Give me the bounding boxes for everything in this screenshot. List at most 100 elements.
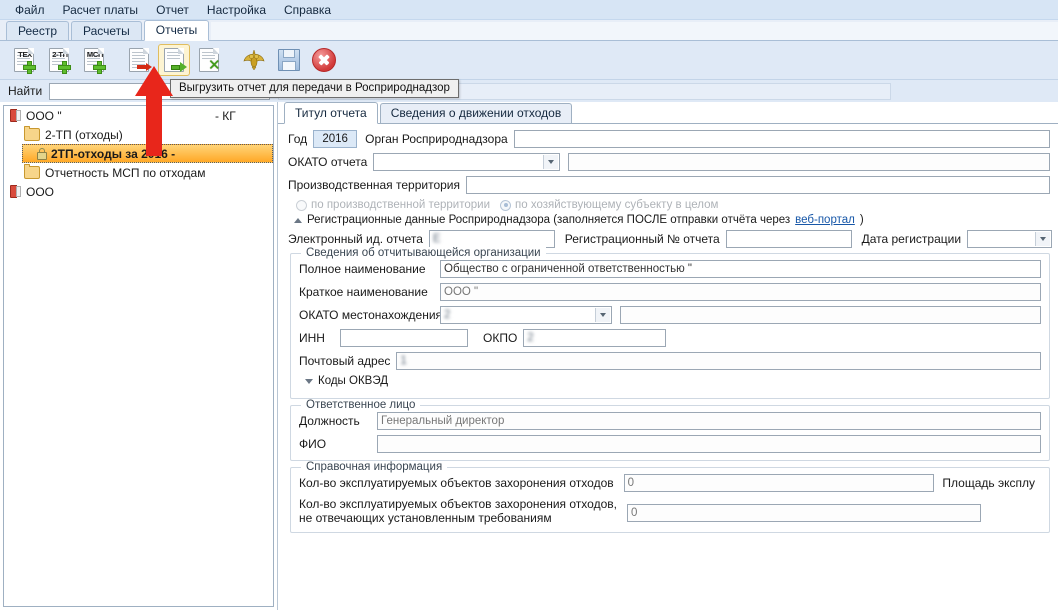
new-msp-report-button[interactable]: МСП: [78, 44, 110, 76]
responsible-person-group: Ответственное лицо Должность Генеральный…: [290, 399, 1050, 461]
radio-by-entity-label: по хозяйствующему субъекту в целом: [515, 199, 719, 211]
fio-field[interactable]: [377, 435, 1041, 453]
territory-field[interactable]: [466, 176, 1050, 194]
fullname-row: Полное наименование Общество с ограничен…: [299, 260, 1041, 278]
tab-reports[interactable]: Отчеты: [143, 20, 210, 41]
tree-node-organization-2[interactable]: ООО: [4, 182, 273, 201]
tree-node-label: ООО: [26, 184, 55, 199]
radio-by-entity[interactable]: [500, 199, 512, 211]
chevron-down-icon[interactable]: [543, 155, 559, 169]
document-plus-icon: МСП: [84, 48, 106, 74]
menu-bar: Файл Расчет платы Отчет Настройка Справк…: [0, 0, 1058, 20]
green-x-badge-icon: ✕: [208, 57, 221, 74]
book-icon: [10, 185, 21, 198]
tab-report-title[interactable]: Титул отчета: [284, 102, 378, 124]
chevron-down-icon[interactable]: [595, 308, 610, 322]
close-report-button[interactable]: [308, 44, 340, 76]
postal-address-row: Почтовый адрес 1: [299, 352, 1041, 370]
tab-calculations[interactable]: Расчеты: [71, 21, 142, 40]
territory-scope-radio-group: по производственной территории по хозяйс…: [296, 199, 1052, 211]
import-report-button[interactable]: ✕: [193, 44, 225, 76]
position-row: Должность Генеральный директор: [299, 412, 1041, 430]
territory-row: Производственная территория: [288, 176, 1052, 194]
fio-label: ФИО: [299, 437, 327, 451]
okved-section-header[interactable]: Коды ОКВЭД: [305, 375, 1041, 387]
document-plus-icon: ТЕХ: [14, 48, 36, 74]
menu-item-file[interactable]: Файл: [6, 2, 54, 18]
menu-item-payment[interactable]: Расчет платы: [54, 2, 148, 18]
organization-group: Сведения об отчитывающейся организации П…: [290, 247, 1050, 399]
find-label: Найти: [8, 84, 43, 98]
okato-report-name-field: [568, 153, 1050, 171]
okato-location-name-field: [620, 306, 1041, 324]
tree-node-msp-folder[interactable]: Отчетность МСП по отходам: [4, 163, 273, 182]
okato-report-combo[interactable]: [373, 153, 561, 171]
landfill-noncompliant-field[interactable]: 0: [626, 504, 981, 522]
regdate-field[interactable]: [967, 230, 1052, 248]
okato-location-combo[interactable]: 2: [440, 306, 612, 324]
red-close-circle-icon: [312, 48, 336, 72]
okato-location-value: 2: [444, 309, 492, 321]
fio-value: [381, 438, 425, 450]
toolbar-tooltip: Выгрузить отчет для передачи в Росприрод…: [170, 79, 459, 98]
plus-badge-icon: [23, 61, 36, 74]
toolbar-button-label: ТЕХ: [18, 50, 32, 59]
regnum-field[interactable]: [725, 230, 852, 248]
landfill-count-label: Кол-во эксплуатируемых объектов захороне…: [299, 476, 614, 490]
tree-node-redacted: [175, 147, 248, 161]
landfill-count-row: Кол-во эксплуатируемых объектов захороне…: [299, 474, 1041, 492]
tree-node-redacted: [54, 185, 223, 199]
okpo-field[interactable]: 2: [523, 329, 667, 347]
menu-item-report[interactable]: Отчет: [147, 2, 198, 18]
postal-field[interactable]: 1: [396, 352, 1041, 370]
landfill-noncompliant-label-line2: не отвечающих установленным требованиям: [299, 511, 552, 525]
year-field[interactable]: 2016: [313, 130, 358, 148]
tab-registry[interactable]: Реестр: [6, 21, 69, 40]
main-tab-strip: Реестр Расчеты Отчеты: [0, 20, 1058, 41]
chevron-down-icon[interactable]: [1034, 232, 1050, 246]
caret-up-icon[interactable]: [294, 217, 302, 223]
eid-field[interactable]: Е: [428, 230, 555, 248]
postal-value: 1: [400, 355, 515, 367]
new-teh-report-button[interactable]: ТЕХ: [8, 44, 40, 76]
territory-label: Производственная территория: [288, 178, 460, 192]
registration-section-label-end: ): [859, 214, 864, 226]
registration-section-label: Регистрационные данные Росприроднадзора …: [307, 214, 791, 226]
okato-location-row: ОКАТО местонахождения 2: [299, 306, 1041, 324]
year-organ-row: Год 2016 Орган Росприроднадзора: [288, 130, 1052, 148]
landfill-noncompliant-label-line1: Кол-во эксплуатируемых объектов захороне…: [299, 497, 617, 511]
save-report-button[interactable]: [273, 44, 305, 76]
reference-info-group-title: Справочная информация: [301, 461, 448, 473]
new-2tp-report-button[interactable]: 2-ТП: [43, 44, 75, 76]
regnum-label: Регистрационный № отчета: [564, 232, 720, 246]
shortname-field[interactable]: ООО ": [440, 283, 1041, 301]
okato-report-label: ОКАТО отчета: [288, 155, 368, 169]
rosprirodnadzor-portal-button[interactable]: [238, 44, 270, 76]
lock-icon: [37, 147, 47, 160]
fullname-value: Общество с ограниченной ответственностью…: [444, 263, 692, 275]
fullname-field[interactable]: Общество с ограниченной ответственностью…: [440, 260, 1041, 278]
radio-by-territory[interactable]: [296, 199, 307, 211]
registration-section-header[interactable]: Регистрационные данные Росприроднадзора …: [294, 214, 1052, 226]
tab-waste-movement[interactable]: Сведения о движении отходов: [379, 103, 573, 123]
position-field[interactable]: Генеральный директор: [377, 412, 1041, 430]
eagle-emblem-icon: [242, 48, 266, 72]
report-tree[interactable]: ООО " - КГ 2-ТП (отходы) 2ТП-отходы за 2…: [3, 105, 274, 607]
organization-group-title: Сведения об отчитывающейся организации: [301, 247, 546, 259]
okved-label: Коды ОКВЭД: [318, 375, 388, 387]
landfill-count-field[interactable]: 0: [623, 474, 935, 492]
caret-down-icon[interactable]: [305, 378, 313, 384]
folder-icon: [24, 126, 40, 141]
menu-item-settings[interactable]: Настройка: [198, 2, 275, 18]
organ-combo[interactable]: [513, 130, 1050, 148]
registration-fields-row: Электронный ид. отчета Е Регистрационный…: [288, 230, 1052, 248]
inn-field[interactable]: [340, 329, 468, 347]
web-portal-link[interactable]: веб-портал: [795, 214, 855, 226]
organ-value: [518, 133, 647, 145]
organ-label: Орган Росприроднадзора: [365, 132, 508, 146]
floppy-save-icon: [278, 49, 300, 71]
form-tab-strip: Титул отчета Сведения о движении отходов: [278, 102, 1058, 124]
okato-report-row: ОКАТО отчета: [288, 153, 1052, 171]
document-plus-icon: 2-ТП: [49, 48, 71, 74]
menu-item-help[interactable]: Справка: [275, 2, 340, 18]
